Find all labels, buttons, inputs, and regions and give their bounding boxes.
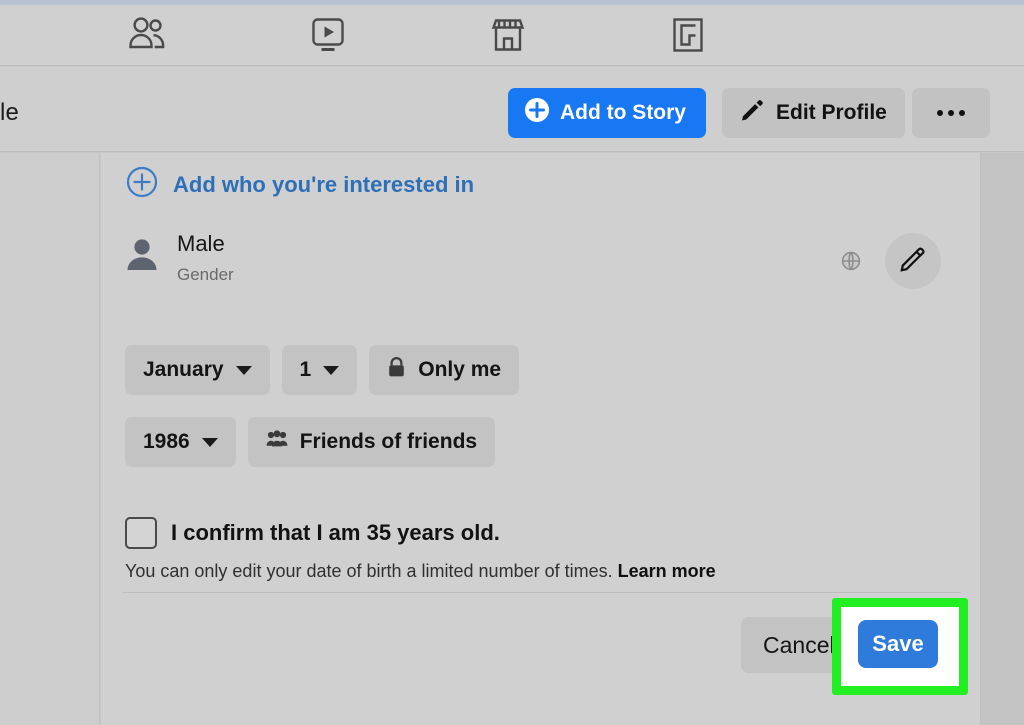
add-interested-in-link[interactable]: Add who you're interested in [125, 165, 474, 204]
person-silhouette-icon [125, 237, 159, 276]
birth-year-dropdown[interactable]: 1986 [125, 417, 236, 467]
pencil-icon [740, 98, 764, 128]
lock-icon [387, 356, 406, 384]
nav-item-watch[interactable] [300, 11, 356, 59]
left-gutter [0, 153, 100, 725]
plus-circle-outline-icon [125, 165, 159, 204]
marketplace-icon [488, 15, 528, 55]
more-options-button[interactable] [912, 88, 990, 138]
birth-month-value: January [143, 358, 224, 381]
save-button[interactable]: Save [858, 620, 938, 668]
gender-sublabel: Gender [177, 265, 234, 284]
chevron-down-icon [323, 365, 340, 375]
birth-month-dropdown[interactable]: January [125, 345, 270, 395]
learn-more-link[interactable]: Learn more [618, 561, 716, 581]
friends-icon [127, 16, 169, 54]
disclaimer-text: You can only edit your date of birth a l… [125, 561, 613, 581]
chevron-down-icon [201, 437, 218, 447]
birth-year-privacy-button[interactable]: Friends of friends [247, 417, 496, 467]
friends-group-icon [266, 430, 288, 454]
footer-divider [123, 592, 961, 593]
birthday-row-year: 1986 Friends of friends [125, 417, 496, 467]
birth-day-value: 1 [299, 358, 312, 381]
profile-name-partial: le [0, 99, 20, 126]
confirm-age-label: I confirm that I am 35 years old. [171, 520, 500, 545]
gaming-icon [669, 15, 707, 55]
confirm-age-row: I confirm that I am 35 years old. [125, 517, 500, 549]
globe-icon[interactable] [841, 251, 861, 271]
birth-date-privacy-button[interactable]: Only me [369, 345, 520, 395]
plus-circle-icon [524, 97, 550, 129]
top-navigation-bar [0, 5, 1024, 66]
birthday-disclaimer: You can only edit your date of birth a l… [125, 561, 716, 582]
add-interested-in-label: Add who you're interested in [173, 171, 475, 197]
edit-profile-label: Edit Profile [776, 101, 887, 124]
edit-gender-button[interactable] [885, 233, 941, 289]
add-to-story-button[interactable]: Add to Story [508, 88, 706, 138]
watch-icon [308, 15, 348, 55]
birthday-row-month-day: January 1 Only me [125, 345, 520, 395]
edit-profile-button[interactable]: Edit Profile [722, 88, 905, 138]
chevron-down-icon [235, 365, 252, 375]
gender-value: Male [177, 231, 225, 256]
add-to-story-label: Add to Story [560, 101, 686, 124]
birth-day-dropdown[interactable]: 1 [281, 345, 358, 395]
birth-year-value: 1986 [143, 430, 190, 453]
screenshot-root: le Add to Story Edit Profile Add who you… [0, 0, 1024, 725]
right-gutter [981, 153, 1024, 725]
birth-date-privacy-label: Only me [418, 358, 502, 381]
confirm-age-checkbox[interactable] [125, 517, 157, 549]
ellipsis-icon [937, 110, 965, 116]
gender-row: Male Gender [125, 231, 961, 293]
nav-item-gaming[interactable] [660, 11, 716, 59]
birth-year-privacy-label: Friends of friends [299, 430, 478, 453]
nav-item-marketplace[interactable] [480, 11, 536, 59]
pencil-icon [899, 245, 927, 278]
nav-item-friends[interactable] [120, 11, 176, 59]
